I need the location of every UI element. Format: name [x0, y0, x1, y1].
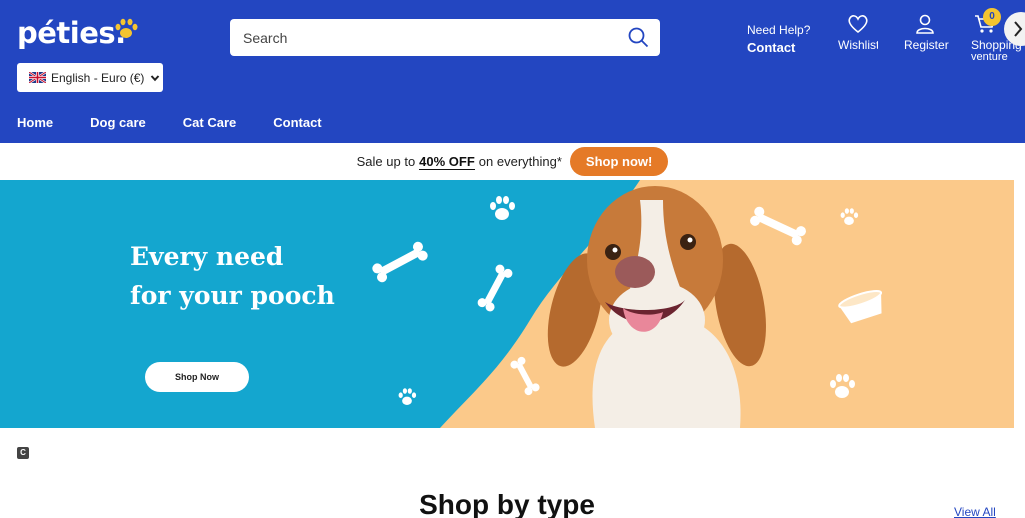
chevron-down-icon: [151, 74, 160, 81]
paw-icon: [830, 374, 855, 398]
register-link[interactable]: Register: [904, 14, 949, 52]
hero-banner: Every need for your pooch Shop Now: [0, 180, 1014, 428]
nav-contact[interactable]: Contact: [273, 115, 321, 130]
hero-shop-now-button[interactable]: Shop Now: [145, 362, 249, 392]
search-bar: [230, 19, 660, 56]
promo-bar: Sale up to 40% OFF on everything* Shop n…: [0, 143, 1025, 180]
section-title: Shop by type: [419, 489, 595, 518]
help-label: Need Help?: [747, 23, 811, 37]
nav-dog-care[interactable]: Dog care: [90, 115, 146, 130]
hero-title: Every need for your pooch: [130, 237, 335, 315]
nav-home[interactable]: Home: [17, 115, 53, 130]
food-bowl-icon: [838, 289, 883, 324]
search-input[interactable]: [243, 29, 613, 46]
promo-suffix: on everything*: [478, 154, 562, 169]
chevron-right-icon: [1014, 21, 1023, 37]
wishlist-link[interactable]: Wishlist: [838, 14, 878, 52]
bone-icon: [372, 241, 428, 283]
hero-title-line1: Every need: [130, 242, 284, 271]
view-all-link[interactable]: View All: [954, 505, 996, 518]
user-icon: [916, 14, 934, 34]
cookie-icon[interactable]: C: [17, 447, 29, 459]
register-label: Register: [904, 38, 949, 52]
main-nav: Home Dog care Cat Care Contact: [17, 115, 322, 130]
promo-prefix: Sale up to: [356, 154, 416, 169]
bone-icon: [510, 356, 540, 396]
language-label: English - Euro (€): [51, 70, 145, 85]
site-header: péties. English - Euro (€) Need Help?: [0, 0, 1025, 143]
contact-link[interactable]: Contact: [747, 40, 810, 55]
logo[interactable]: péties.: [17, 16, 126, 50]
dog-illustration: [547, 186, 766, 428]
bone-icon: [477, 264, 513, 312]
paw-icon: [490, 196, 515, 220]
cart-sub-label: venture: [971, 51, 1008, 63]
language-selector[interactable]: English - Euro (€): [17, 63, 163, 92]
hero-title-line2: for your pooch: [130, 281, 335, 310]
shop-now-promo-button[interactable]: Shop now!: [569, 147, 669, 176]
heart-icon: [848, 15, 868, 34]
paw-logo-icon: [115, 18, 138, 38]
cart-count-badge: 0: [983, 8, 1001, 26]
paw-icon: [840, 208, 859, 225]
search-icon[interactable]: [628, 27, 649, 48]
nav-cat-care[interactable]: Cat Care: [183, 115, 236, 130]
promo-highlight: 40% OFF: [419, 153, 475, 170]
help-contact[interactable]: Need Help? Contact: [747, 23, 810, 55]
paw-icon: [398, 388, 417, 405]
uk-flag-icon: [29, 72, 46, 83]
wishlist-label: Wishlist: [838, 38, 878, 52]
